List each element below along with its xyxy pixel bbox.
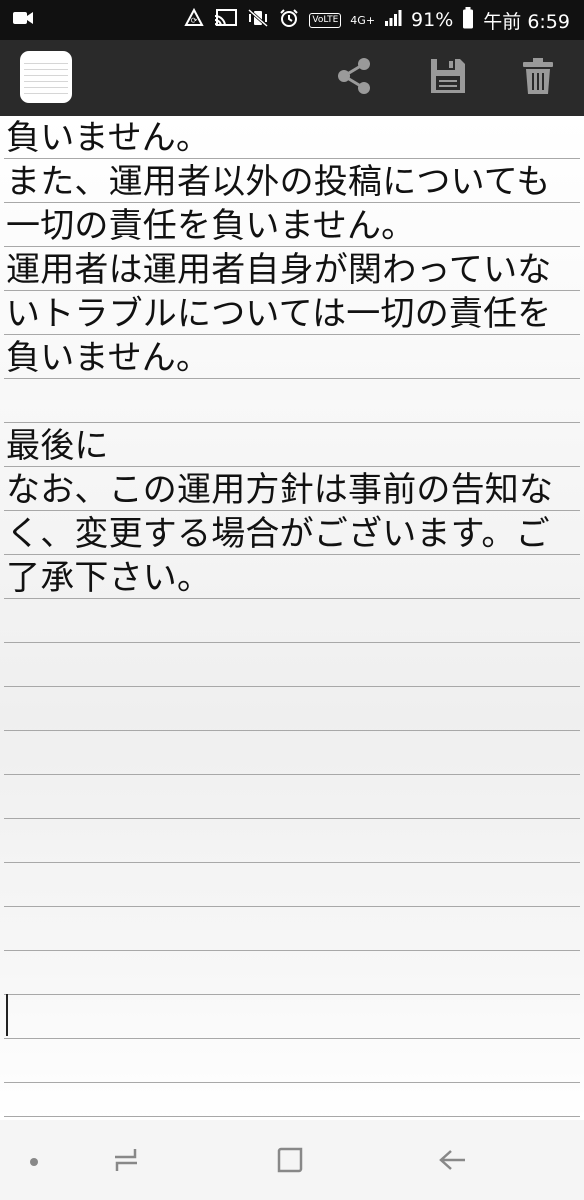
text-cursor [6, 994, 8, 1036]
recents-icon [111, 1145, 141, 1179]
overview-icon [275, 1145, 305, 1179]
note-text-line: なお、この運用方針は事前の告知な [6, 470, 554, 510]
sync-icon: ⟳ [183, 7, 205, 33]
status-bar: ⟳ VoLTE 4G+ 91% 午前 6:59 [0, 0, 584, 40]
home-dot-button[interactable] [14, 1142, 54, 1182]
volte-icon: VoLTE [309, 12, 342, 28]
ruled-line [4, 950, 580, 951]
ruled-line [4, 1082, 580, 1083]
battery-icon [462, 6, 474, 34]
note-text-line: 最後に [6, 426, 109, 466]
note-text-line: 運用者は運用者自身が関わっていな [6, 250, 552, 290]
note-text-line: 負いません。 [6, 338, 211, 378]
signal-icon [384, 8, 402, 33]
back-button[interactable] [432, 1142, 472, 1182]
clock: 午前 6:59 [483, 10, 570, 33]
overview-button[interactable] [270, 1142, 310, 1182]
app-bar [0, 40, 584, 116]
svg-text:⟳: ⟳ [191, 16, 198, 25]
ruled-line [4, 642, 580, 643]
note-text-line: く、変更する場合がございます。ご [6, 514, 550, 554]
app-logo-icon[interactable] [20, 51, 72, 103]
vibrate-mute-icon [247, 8, 269, 33]
note-text-line: いトラブルについては一切の責任を [6, 294, 552, 334]
screen-record-icon [12, 8, 34, 32]
ruled-line [4, 994, 580, 995]
note-text-line: また、運用者以外の投稿についても [6, 162, 551, 202]
ruled-line [4, 1038, 580, 1039]
ruled-line [4, 818, 580, 819]
note-editor[interactable]: 負いません。 また、運用者以外の投稿についても 一切の責任を負いません。 運用者… [0, 116, 584, 1120]
navigation-bar [0, 1120, 584, 1200]
home-dot-icon [28, 1153, 40, 1172]
ruled-line [4, 686, 580, 687]
ruled-line [4, 774, 580, 775]
network-4g-icon: 4G+ [350, 13, 376, 27]
ruled-line [4, 906, 580, 907]
note-text-line: 負いません。 [6, 118, 211, 158]
delete-button[interactable] [516, 56, 560, 100]
ruled-line [4, 862, 580, 863]
cast-icon [214, 8, 238, 33]
share-icon [334, 56, 374, 100]
ruled-line [4, 1116, 580, 1117]
alarm-icon [278, 8, 300, 33]
note-text-line: 一切の責任を負いません。 [6, 206, 416, 246]
battery-percent: 91% [411, 9, 454, 31]
note-text-line: 了承下さい。 [6, 558, 212, 598]
recents-button[interactable] [106, 1142, 146, 1182]
save-button[interactable] [426, 56, 470, 100]
share-button[interactable] [332, 56, 376, 100]
back-icon [437, 1145, 467, 1179]
save-icon [428, 56, 468, 100]
trash-icon [520, 56, 556, 100]
ruled-line [4, 730, 580, 731]
ruled-line [4, 422, 580, 423]
